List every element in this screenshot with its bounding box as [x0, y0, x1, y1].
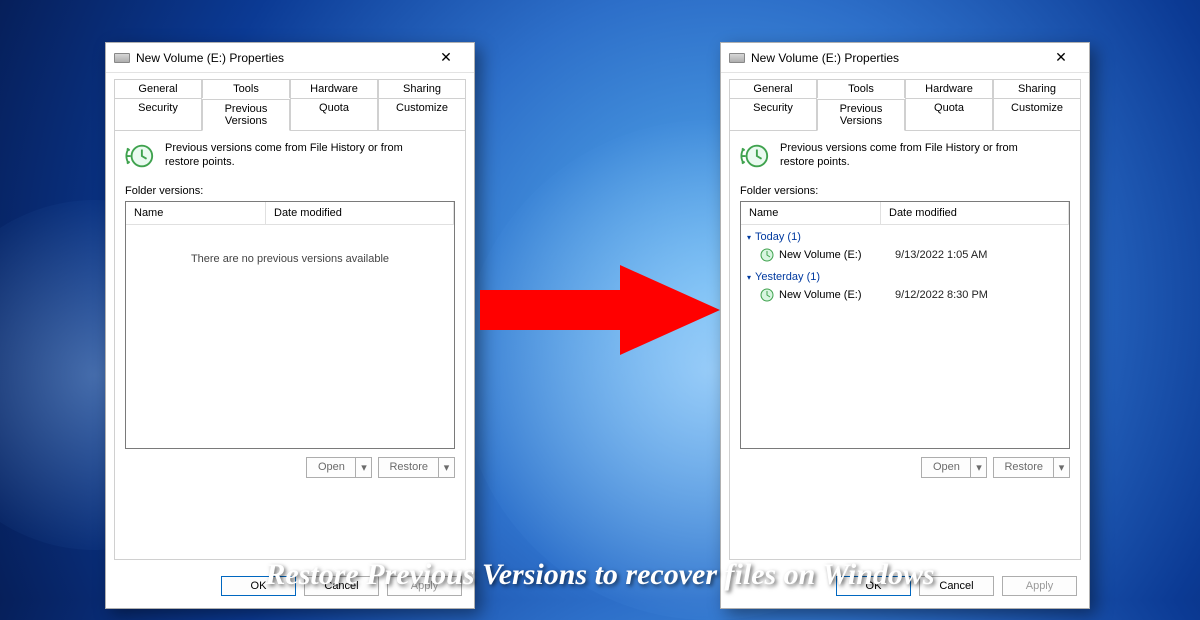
group-label: Today (1)	[755, 231, 801, 243]
list-header: Name Date modified	[741, 202, 1069, 225]
description-text: Previous versions come from File History…	[780, 141, 1030, 171]
drive-history-icon	[759, 287, 775, 303]
history-clock-icon	[125, 141, 155, 171]
group-header[interactable]: ▾ Today (1)	[741, 225, 1069, 245]
tab-general[interactable]: General	[729, 79, 817, 98]
tab-strip: General Tools Hardware Sharing Security …	[106, 73, 474, 560]
item-date: 9/12/2022 8:30 PM	[895, 289, 1069, 301]
tab-quota[interactable]: Quota	[290, 98, 378, 130]
drive-icon	[114, 53, 130, 63]
close-icon[interactable]: ✕	[426, 43, 466, 72]
group-label: Yesterday (1)	[755, 271, 820, 283]
window-title: New Volume (E:) Properties	[136, 51, 426, 65]
open-dropdown-icon[interactable]: ▾	[356, 457, 372, 478]
list-item[interactable]: New Volume (E:) 9/13/2022 1:05 AM	[741, 245, 1069, 265]
tab-hardware[interactable]: Hardware	[290, 79, 378, 98]
list-item[interactable]: New Volume (E:) 9/12/2022 8:30 PM	[741, 285, 1069, 305]
versions-listbox[interactable]: Name Date modified ▾ Today (1) New Volum…	[740, 201, 1070, 449]
properties-dialog-after: New Volume (E:) Properties ✕ General Too…	[720, 42, 1090, 609]
tab-security[interactable]: Security	[729, 98, 817, 130]
restore-button[interactable]: Restore	[378, 457, 439, 478]
drive-history-icon	[759, 247, 775, 263]
empty-message: There are no previous versions available	[126, 225, 454, 265]
restore-button[interactable]: Restore	[993, 457, 1054, 478]
column-name[interactable]: Name	[741, 202, 881, 224]
tab-security[interactable]: Security	[114, 98, 202, 130]
restore-dropdown-icon[interactable]: ▾	[1054, 457, 1070, 478]
tab-tools[interactable]: Tools	[202, 79, 290, 98]
item-name: New Volume (E:)	[779, 249, 895, 261]
open-button[interactable]: Open	[921, 457, 971, 478]
tab-general[interactable]: General	[114, 79, 202, 98]
open-button[interactable]: Open	[306, 457, 356, 478]
titlebar[interactable]: New Volume (E:) Properties ✕	[106, 43, 474, 73]
tab-tools[interactable]: Tools	[817, 79, 905, 98]
column-date[interactable]: Date modified	[266, 202, 454, 224]
restore-dropdown-icon[interactable]: ▾	[439, 457, 455, 478]
window-title: New Volume (E:) Properties	[751, 51, 1041, 65]
open-dropdown-icon[interactable]: ▾	[971, 457, 987, 478]
tab-customize[interactable]: Customize	[378, 98, 466, 130]
versions-listbox[interactable]: Name Date modified There are no previous…	[125, 201, 455, 449]
titlebar[interactable]: New Volume (E:) Properties ✕	[721, 43, 1089, 73]
tab-quota[interactable]: Quota	[905, 98, 993, 130]
description-text: Previous versions come from File History…	[165, 141, 415, 171]
column-name[interactable]: Name	[126, 202, 266, 224]
chevron-down-icon: ▾	[747, 233, 751, 242]
chevron-down-icon: ▾	[747, 273, 751, 282]
tab-sharing[interactable]: Sharing	[993, 79, 1081, 98]
page-caption: Restore Previous Versions to recover fil…	[0, 558, 1200, 592]
tab-panel: Previous versions come from File History…	[729, 130, 1081, 560]
folder-versions-label: Folder versions:	[125, 185, 455, 197]
tab-previous-versions[interactable]: Previous Versions	[817, 99, 905, 131]
item-date: 9/13/2022 1:05 AM	[895, 249, 1069, 261]
tab-customize[interactable]: Customize	[993, 98, 1081, 130]
column-date[interactable]: Date modified	[881, 202, 1069, 224]
tab-panel: Previous versions come from File History…	[114, 130, 466, 560]
tab-hardware[interactable]: Hardware	[905, 79, 993, 98]
history-clock-icon	[740, 141, 770, 171]
drive-icon	[729, 53, 745, 63]
group-header[interactable]: ▾ Yesterday (1)	[741, 265, 1069, 285]
tab-strip: General Tools Hardware Sharing Security …	[721, 73, 1089, 560]
close-icon[interactable]: ✕	[1041, 43, 1081, 72]
arrow-icon	[480, 260, 720, 360]
item-name: New Volume (E:)	[779, 289, 895, 301]
tab-previous-versions[interactable]: Previous Versions	[202, 99, 290, 131]
properties-dialog-before: New Volume (E:) Properties ✕ General Too…	[105, 42, 475, 609]
list-header: Name Date modified	[126, 202, 454, 225]
folder-versions-label: Folder versions:	[740, 185, 1070, 197]
tab-sharing[interactable]: Sharing	[378, 79, 466, 98]
